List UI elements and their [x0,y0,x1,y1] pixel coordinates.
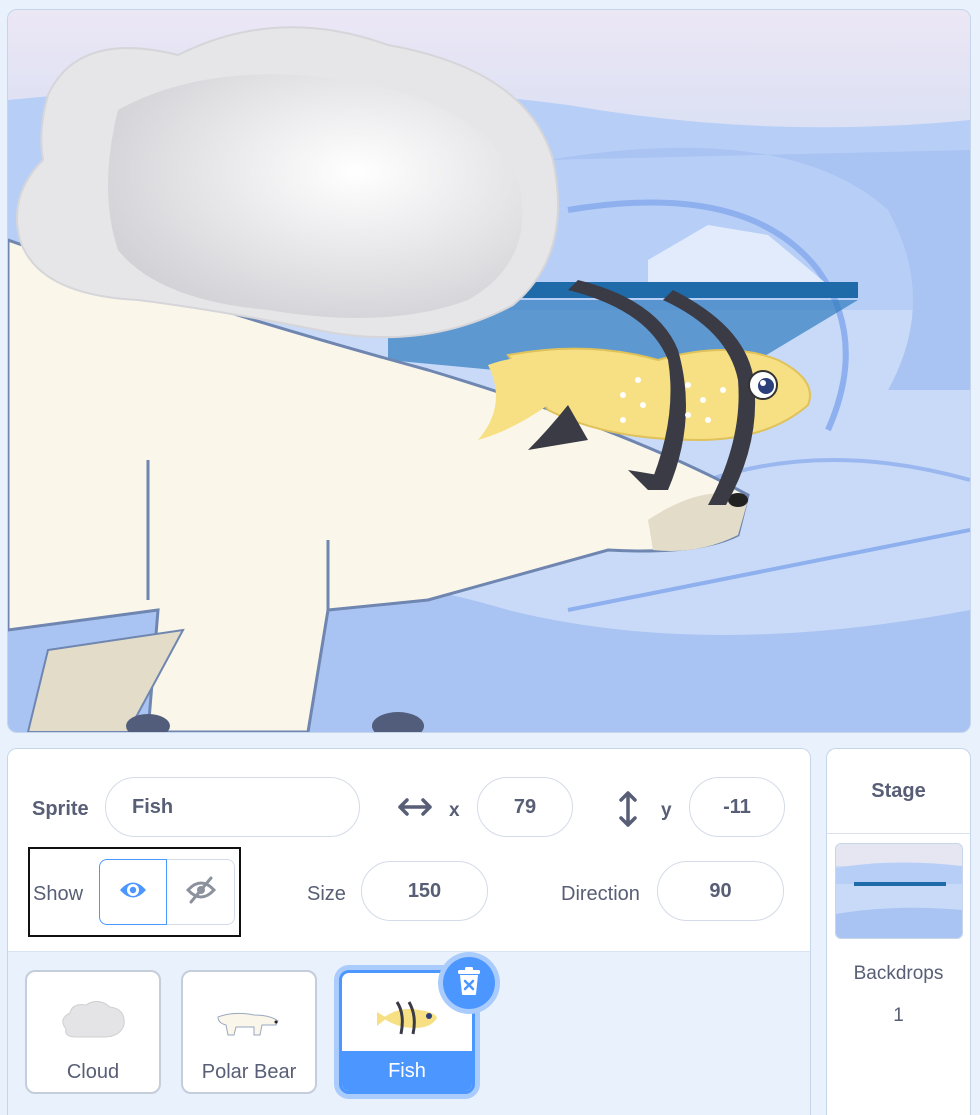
sprite-tile-label: Polar Bear [201,1061,297,1083]
horizontal-arrows-icon [398,795,432,824]
sprite-tile-label: Fish [388,1060,426,1082]
trash-icon [456,966,482,1001]
sprite-tile-polar-bear[interactable]: Polar Bear [181,970,317,1094]
stage-target-panel[interactable]: Stage Backdrops 1 [826,748,971,1115]
y-position-input[interactable]: -11 [689,777,785,837]
vertical-arrows-icon [617,791,639,832]
sprite-info-panel: Sprite Fish x 79 y -11 Show Size 150 Dir… [7,748,811,1115]
sprite-tile-cloud[interactable]: Cloud [25,970,161,1094]
eye-slash-icon [185,876,217,909]
sprite-name-input[interactable]: Fish [105,777,360,837]
delete-sprite-button[interactable] [443,957,495,1009]
polar-bear-icon [183,986,315,1056]
backdrop-thumbnail[interactable] [835,843,963,939]
backdrops-label: Backdrops [853,963,944,984]
size-label: Size [307,883,346,905]
direction-input[interactable]: 90 [657,861,784,921]
show-hidden-button[interactable] [167,859,235,925]
direction-label: Direction [561,883,640,905]
size-input[interactable]: 150 [361,861,488,921]
x-label: x [449,800,460,821]
x-position-input[interactable]: 79 [477,777,573,837]
stage-scene [8,10,970,732]
sprite-properties: Sprite Fish x 79 y -11 Show Size 150 Dir… [8,749,810,952]
stage-canvas[interactable] [7,9,971,733]
sprite-tile-label: Cloud [66,1061,120,1083]
eye-icon [118,879,148,906]
sprite-label: Sprite [32,798,89,820]
backdrops-count: 1 [893,1005,904,1026]
show-label: Show [33,883,84,905]
stage-title: Stage [827,749,970,834]
sprite-list: Cloud Polar Bear Fish [8,952,810,1115]
show-visible-button[interactable] [99,859,167,925]
cloud-sprite[interactable] [16,26,559,339]
y-label: y [661,800,672,821]
cloud-icon [27,986,159,1056]
